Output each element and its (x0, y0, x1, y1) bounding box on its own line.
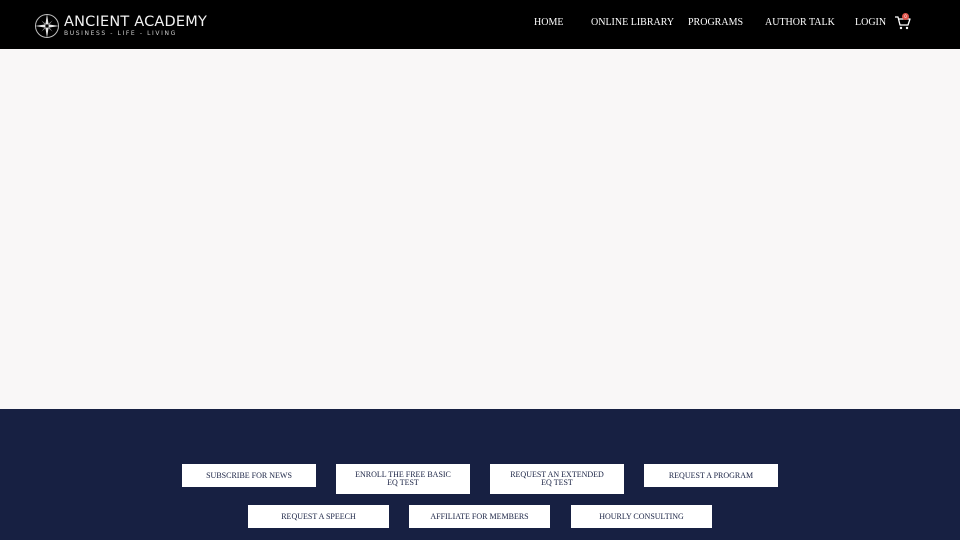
subscribe-news-label: SUBSCRIBE FOR NEWS (206, 470, 292, 480)
request-program-label: REQUEST A PROGRAM (668, 470, 754, 480)
request-program-button[interactable]: REQUEST A PROGRAM (644, 464, 778, 487)
affiliate-members-button[interactable]: AFFILIATE FOR MEMBERS (409, 505, 550, 528)
brand-tagline: BUSINESS - LIFE - LIVING (64, 30, 177, 37)
enroll-basic-eq-test-button[interactable]: ENROLL THE FREE BASIC EQ TEST (336, 464, 470, 494)
main-content-area (0, 49, 960, 409)
site-logo[interactable]: ANCIENT ACADEMY BUSINESS - LIFE - LIVING (34, 13, 214, 41)
nav-login[interactable]: LOGIN (855, 17, 886, 29)
request-extended-eq-test-button[interactable]: REQUEST AN EXTENDED EQ TEST (490, 464, 624, 494)
hourly-consulting-button[interactable]: HOURLY CONSULTING (571, 505, 712, 528)
enroll-label-line2: EQ TEST (387, 478, 419, 487)
nav-online-library[interactable]: ONLINE LIBRARY (591, 17, 674, 29)
footer-action-bar: SUBSCRIBE FOR NEWS ENROLL THE FREE BASIC… (0, 409, 960, 540)
subscribe-news-button[interactable]: SUBSCRIBE FOR NEWS (182, 464, 316, 487)
hourly-consulting-label: HOURLY CONSULTING (599, 511, 684, 521)
cart-count-badge: 0 (902, 13, 909, 20)
nav-author-talk[interactable]: AUTHOR TALK (765, 17, 835, 29)
nav-home[interactable]: HOME (534, 17, 563, 29)
extended-label-line2: EQ TEST (541, 478, 573, 487)
site-header: ANCIENT ACADEMY BUSINESS - LIFE - LIVING… (0, 0, 960, 49)
request-speech-button[interactable]: REQUEST A SPEECH (248, 505, 389, 528)
brand-name: ANCIENT ACADEMY (64, 14, 208, 30)
nav-programs[interactable]: PROGRAMS (688, 17, 743, 29)
compass-star-icon (35, 14, 59, 38)
request-speech-label: REQUEST A SPEECH (281, 511, 356, 521)
affiliate-members-label: AFFILIATE FOR MEMBERS (430, 511, 529, 521)
